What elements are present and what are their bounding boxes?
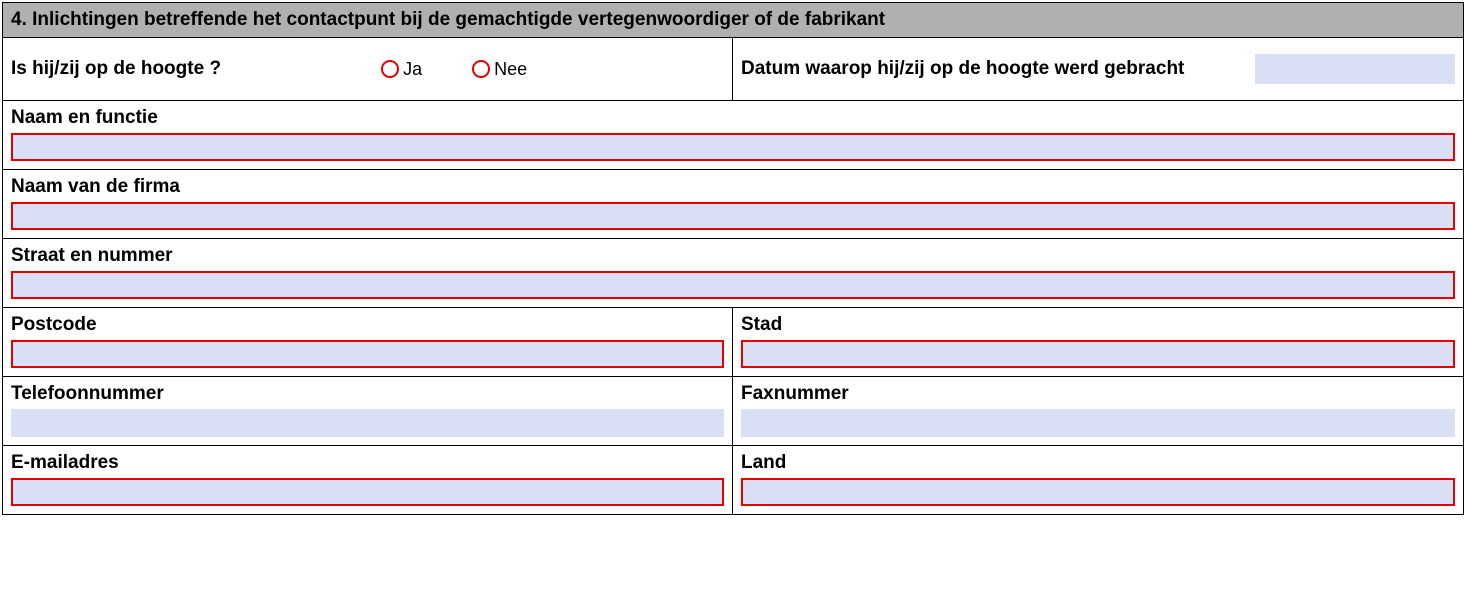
city-cell: Stad <box>733 308 1463 376</box>
street-row: Straat en nummer <box>3 239 1463 308</box>
section-header: 4. Inlichtingen betreffende het contactp… <box>3 3 1463 38</box>
company-input[interactable] <box>11 202 1455 230</box>
company-row: Naam van de firma <box>3 170 1463 239</box>
fax-input[interactable] <box>741 409 1455 437</box>
postcode-cell: Postcode <box>3 308 733 376</box>
city-input[interactable] <box>741 340 1455 368</box>
radio-no-label: Nee <box>494 59 527 80</box>
email-country-row: E-mailadres Land <box>3 446 1463 514</box>
name-function-label: Naam en functie <box>11 107 1455 129</box>
country-label: Land <box>741 452 1455 474</box>
phone-cell: Telefoonnummer <box>3 377 733 445</box>
company-label: Naam van de firma <box>11 176 1455 198</box>
fax-label: Faxnummer <box>741 383 1455 405</box>
country-input[interactable] <box>741 478 1455 506</box>
section-title: 4. Inlichtingen betreffende het contactp… <box>11 9 885 30</box>
radio-icon <box>381 60 399 78</box>
email-label: E-mailadres <box>11 452 724 474</box>
city-label: Stad <box>741 314 1455 336</box>
name-function-row: Naam en functie <box>3 101 1463 170</box>
postcode-label: Postcode <box>11 314 724 336</box>
aware-date-input[interactable] <box>1255 54 1455 84</box>
email-input[interactable] <box>11 478 724 506</box>
postcode-input[interactable] <box>11 340 724 368</box>
radio-yes-label: Ja <box>403 59 422 80</box>
postcode-city-row: Postcode Stad <box>3 308 1463 377</box>
street-label: Straat en nummer <box>11 245 1455 267</box>
radio-icon <box>472 60 490 78</box>
aware-radio-no[interactable]: Nee <box>472 59 527 80</box>
aware-date-cell: Datum waarop hij/zij op de hoogte werd g… <box>733 38 1463 100</box>
aware-date-label: Datum waarop hij/zij op de hoogte werd g… <box>741 57 1215 81</box>
phone-input[interactable] <box>11 409 724 437</box>
form-section-4: 4. Inlichtingen betreffende het contactp… <box>2 2 1464 515</box>
country-cell: Land <box>733 446 1463 514</box>
phone-label: Telefoonnummer <box>11 383 724 405</box>
fax-cell: Faxnummer <box>733 377 1463 445</box>
aware-row: Is hij/zij op de hoogte ? Ja Nee Datum w… <box>3 38 1463 101</box>
street-input[interactable] <box>11 271 1455 299</box>
aware-radio-group: Ja Nee <box>381 59 527 80</box>
email-cell: E-mailadres <box>3 446 733 514</box>
phone-fax-row: Telefoonnummer Faxnummer <box>3 377 1463 446</box>
aware-question-label: Is hij/zij op de hoogte ? <box>11 58 221 80</box>
name-function-input[interactable] <box>11 133 1455 161</box>
aware-radio-yes[interactable]: Ja <box>381 59 422 80</box>
aware-question-cell: Is hij/zij op de hoogte ? Ja Nee <box>3 38 733 100</box>
